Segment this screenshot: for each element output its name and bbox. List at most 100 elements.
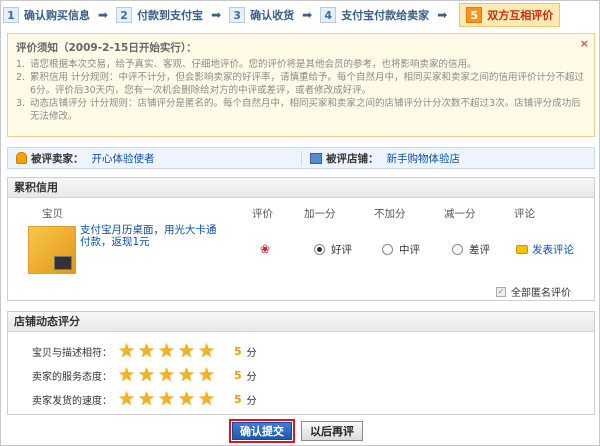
rating-bad[interactable]: 差评 — [452, 242, 490, 257]
star-icon[interactable]: ★ — [118, 389, 138, 409]
star-icon[interactable]: ★ — [118, 365, 138, 385]
col-rating: 评价 — [252, 208, 273, 220]
rating-row-label: 宝贝与描述相符： — [32, 347, 112, 359]
rating-unit: 分 — [246, 347, 257, 359]
progress-steps: 1 确认购买信息 ➡ 2 付款到支付宝 ➡ 3 确认收货 ➡ 4 支付宝付款给卖… — [3, 3, 599, 27]
radio-neutral[interactable] — [382, 244, 393, 255]
rating-score: 5 — [234, 344, 242, 358]
step-label: 付款到支付宝 — [137, 9, 204, 22]
credit-panel: 累积信用 宝贝 评价 加一分 不加分 减一分 评论 支付宝月历桌面，用光大卡通付… — [7, 177, 595, 301]
anonymous-label: 全部匿名评价 — [511, 288, 571, 299]
notice-list: 1. 请您根据本次交易，给予真实、客观、仔细地评价。您的评价将是其他会员的参考，也… — [16, 58, 586, 123]
shop-name-link[interactable]: 新手购物体验店 — [387, 151, 461, 166]
star-icon[interactable]: ★ — [198, 365, 218, 385]
rating-neutral[interactable]: 中评 — [382, 242, 420, 257]
col-comment: 评论 — [514, 208, 535, 220]
star-rating[interactable]: ★ ★ ★ ★ ★ — [118, 341, 218, 361]
star-icon[interactable]: ★ — [118, 341, 138, 361]
star-icon[interactable]: ★ — [138, 365, 158, 385]
radio-bad-label: 差评 — [469, 244, 490, 256]
notice-title: 评价须知（2009-2-15日开始实行）： — [16, 42, 197, 54]
post-comment-label: 发表评论 — [532, 244, 574, 256]
star-rating[interactable]: ★ ★ ★ ★ ★ — [118, 365, 218, 385]
step-4: 4 支付宝付款给卖家 ➡ — [320, 3, 455, 27]
radio-bad[interactable] — [452, 244, 463, 255]
post-comment-link[interactable]: 发表评论 — [516, 242, 574, 257]
rating-row-label: 卖家发货的速度： — [32, 395, 112, 407]
seller-name-link[interactable]: 开心体验使者 — [92, 151, 155, 166]
step-label: 确认购买信息 — [24, 9, 90, 22]
step-number: 3 — [229, 7, 246, 23]
step-3: 3 确认收货 ➡ — [229, 3, 320, 27]
rating-score: 5 — [234, 392, 242, 406]
step-number: 4 — [320, 7, 337, 23]
item-photo — [54, 256, 72, 270]
anonymous-option[interactable]: ✓ 全部匿名评价 — [496, 284, 571, 299]
notice-item: 1. 请您根据本次交易，给予真实、客观、仔细地评价。您的评价将是其他会员的参考，也… — [16, 59, 477, 70]
review-notice: × 评价须知（2009-2-15日开始实行）： 1. 请您根据本次交易，给予真实、… — [7, 33, 595, 137]
star-icon[interactable]: ★ — [158, 341, 178, 361]
radio-good-label: 好评 — [331, 244, 352, 256]
comment-bubble-icon — [516, 245, 528, 254]
col-plus: 加一分 — [304, 208, 336, 220]
rating-good[interactable]: 好评 — [314, 242, 352, 257]
radio-good[interactable] — [314, 244, 325, 255]
col-item: 宝贝 — [42, 208, 63, 220]
col-minus: 减一分 — [444, 208, 476, 220]
step-label: 支付宝付款给卖家 — [341, 9, 430, 22]
step-number: 5 — [466, 7, 483, 23]
star-icon[interactable]: ★ — [158, 389, 178, 409]
step-label: 确认收货 — [250, 9, 295, 22]
arrow-right-icon: ➡ — [211, 8, 222, 22]
star-icon[interactable]: ★ — [178, 389, 198, 409]
rating-row-shipping: 卖家发货的速度： ★ ★ ★ ★ ★ 5 分 — [8, 388, 594, 410]
step-label: 双方互相评价 — [487, 9, 554, 22]
item-title-link[interactable]: 支付宝月历桌面，用光大卡通付款，返现1元 — [80, 224, 218, 248]
confirm-submit-label: 确认提交 — [232, 422, 292, 440]
review-page-frame: 1 确认购买信息 ➡ 2 付款到支付宝 ➡ 3 确认收货 ➡ 4 支付宝付款给卖… — [0, 0, 600, 446]
anonymous-checkbox[interactable]: ✓ — [496, 286, 506, 297]
radio-neutral-label: 中评 — [399, 244, 420, 256]
action-buttons: 确认提交 以后再评 — [229, 419, 363, 443]
seller-info-row: 被评卖家： 开心体验使者 被评店铺： 新手购物体验店 — [7, 147, 595, 169]
review-later-button[interactable]: 以后再评 — [301, 421, 363, 441]
star-rating[interactable]: ★ ★ ★ ★ ★ — [118, 389, 218, 409]
rating-score: 5 — [234, 368, 242, 382]
arrow-right-icon: ➡ — [302, 8, 313, 22]
notice-item: 3. 动态店铺评分 计分规则：店铺评分是匿名的。每个自然月中，相同买家和卖家之间的… — [16, 98, 581, 122]
star-icon[interactable]: ★ — [198, 389, 218, 409]
step-2: 2 付款到支付宝 ➡ — [116, 3, 229, 27]
rating-row-description: 宝贝与描述相符： ★ ★ ★ ★ ★ 5 分 — [8, 340, 594, 362]
star-icon[interactable]: ★ — [178, 341, 198, 361]
seller-label: 被评卖家： — [31, 152, 84, 165]
seller-cell: 被评卖家： 开心体验使者 — [8, 151, 301, 166]
shop-icon — [310, 152, 322, 164]
star-icon[interactable]: ★ — [178, 365, 198, 385]
shop-label: 被评店铺： — [326, 152, 379, 165]
col-zero: 不加分 — [374, 208, 406, 220]
rating-row-label: 卖家的服务态度： — [32, 371, 112, 383]
arrow-right-icon: ➡ — [98, 8, 109, 22]
shop-cell: 被评店铺： 新手购物体验店 — [301, 150, 594, 166]
user-icon — [16, 152, 27, 164]
notice-item: 2. 累积信用 计分规则：中评不计分，但会影响卖家的好评率，请慎重给予。每个自然月… — [16, 72, 585, 96]
star-icon[interactable]: ★ — [198, 341, 218, 361]
shop-rating-title: 店铺动态评分 — [8, 312, 594, 332]
credit-panel-title: 累积信用 — [8, 178, 594, 198]
step-5-active: 5 双方互相评价 — [459, 3, 561, 27]
step-number: 2 — [116, 7, 133, 23]
flower-icon: ❀ — [260, 242, 271, 256]
star-icon[interactable]: ★ — [158, 365, 178, 385]
step-number: 1 — [3, 7, 19, 23]
item-thumbnail[interactable] — [28, 226, 76, 274]
confirm-submit-button[interactable]: 确认提交 — [229, 419, 295, 443]
close-icon[interactable]: × — [580, 37, 589, 50]
rating-unit: 分 — [246, 395, 257, 407]
credit-table-header: 宝贝 评价 加一分 不加分 减一分 评论 — [8, 206, 594, 220]
shop-rating-panel: 店铺动态评分 宝贝与描述相符： ★ ★ ★ ★ ★ 5 分 卖家的服务态度： ★ ★ ★ ★ ★… — [7, 311, 595, 415]
rating-row-service: 卖家的服务态度： ★ ★ ★ ★ ★ 5 分 — [8, 364, 594, 386]
star-icon[interactable]: ★ — [138, 341, 158, 361]
step-1: 1 确认购买信息 ➡ — [3, 3, 116, 27]
star-icon[interactable]: ★ — [138, 389, 158, 409]
rating-unit: 分 — [246, 371, 257, 383]
